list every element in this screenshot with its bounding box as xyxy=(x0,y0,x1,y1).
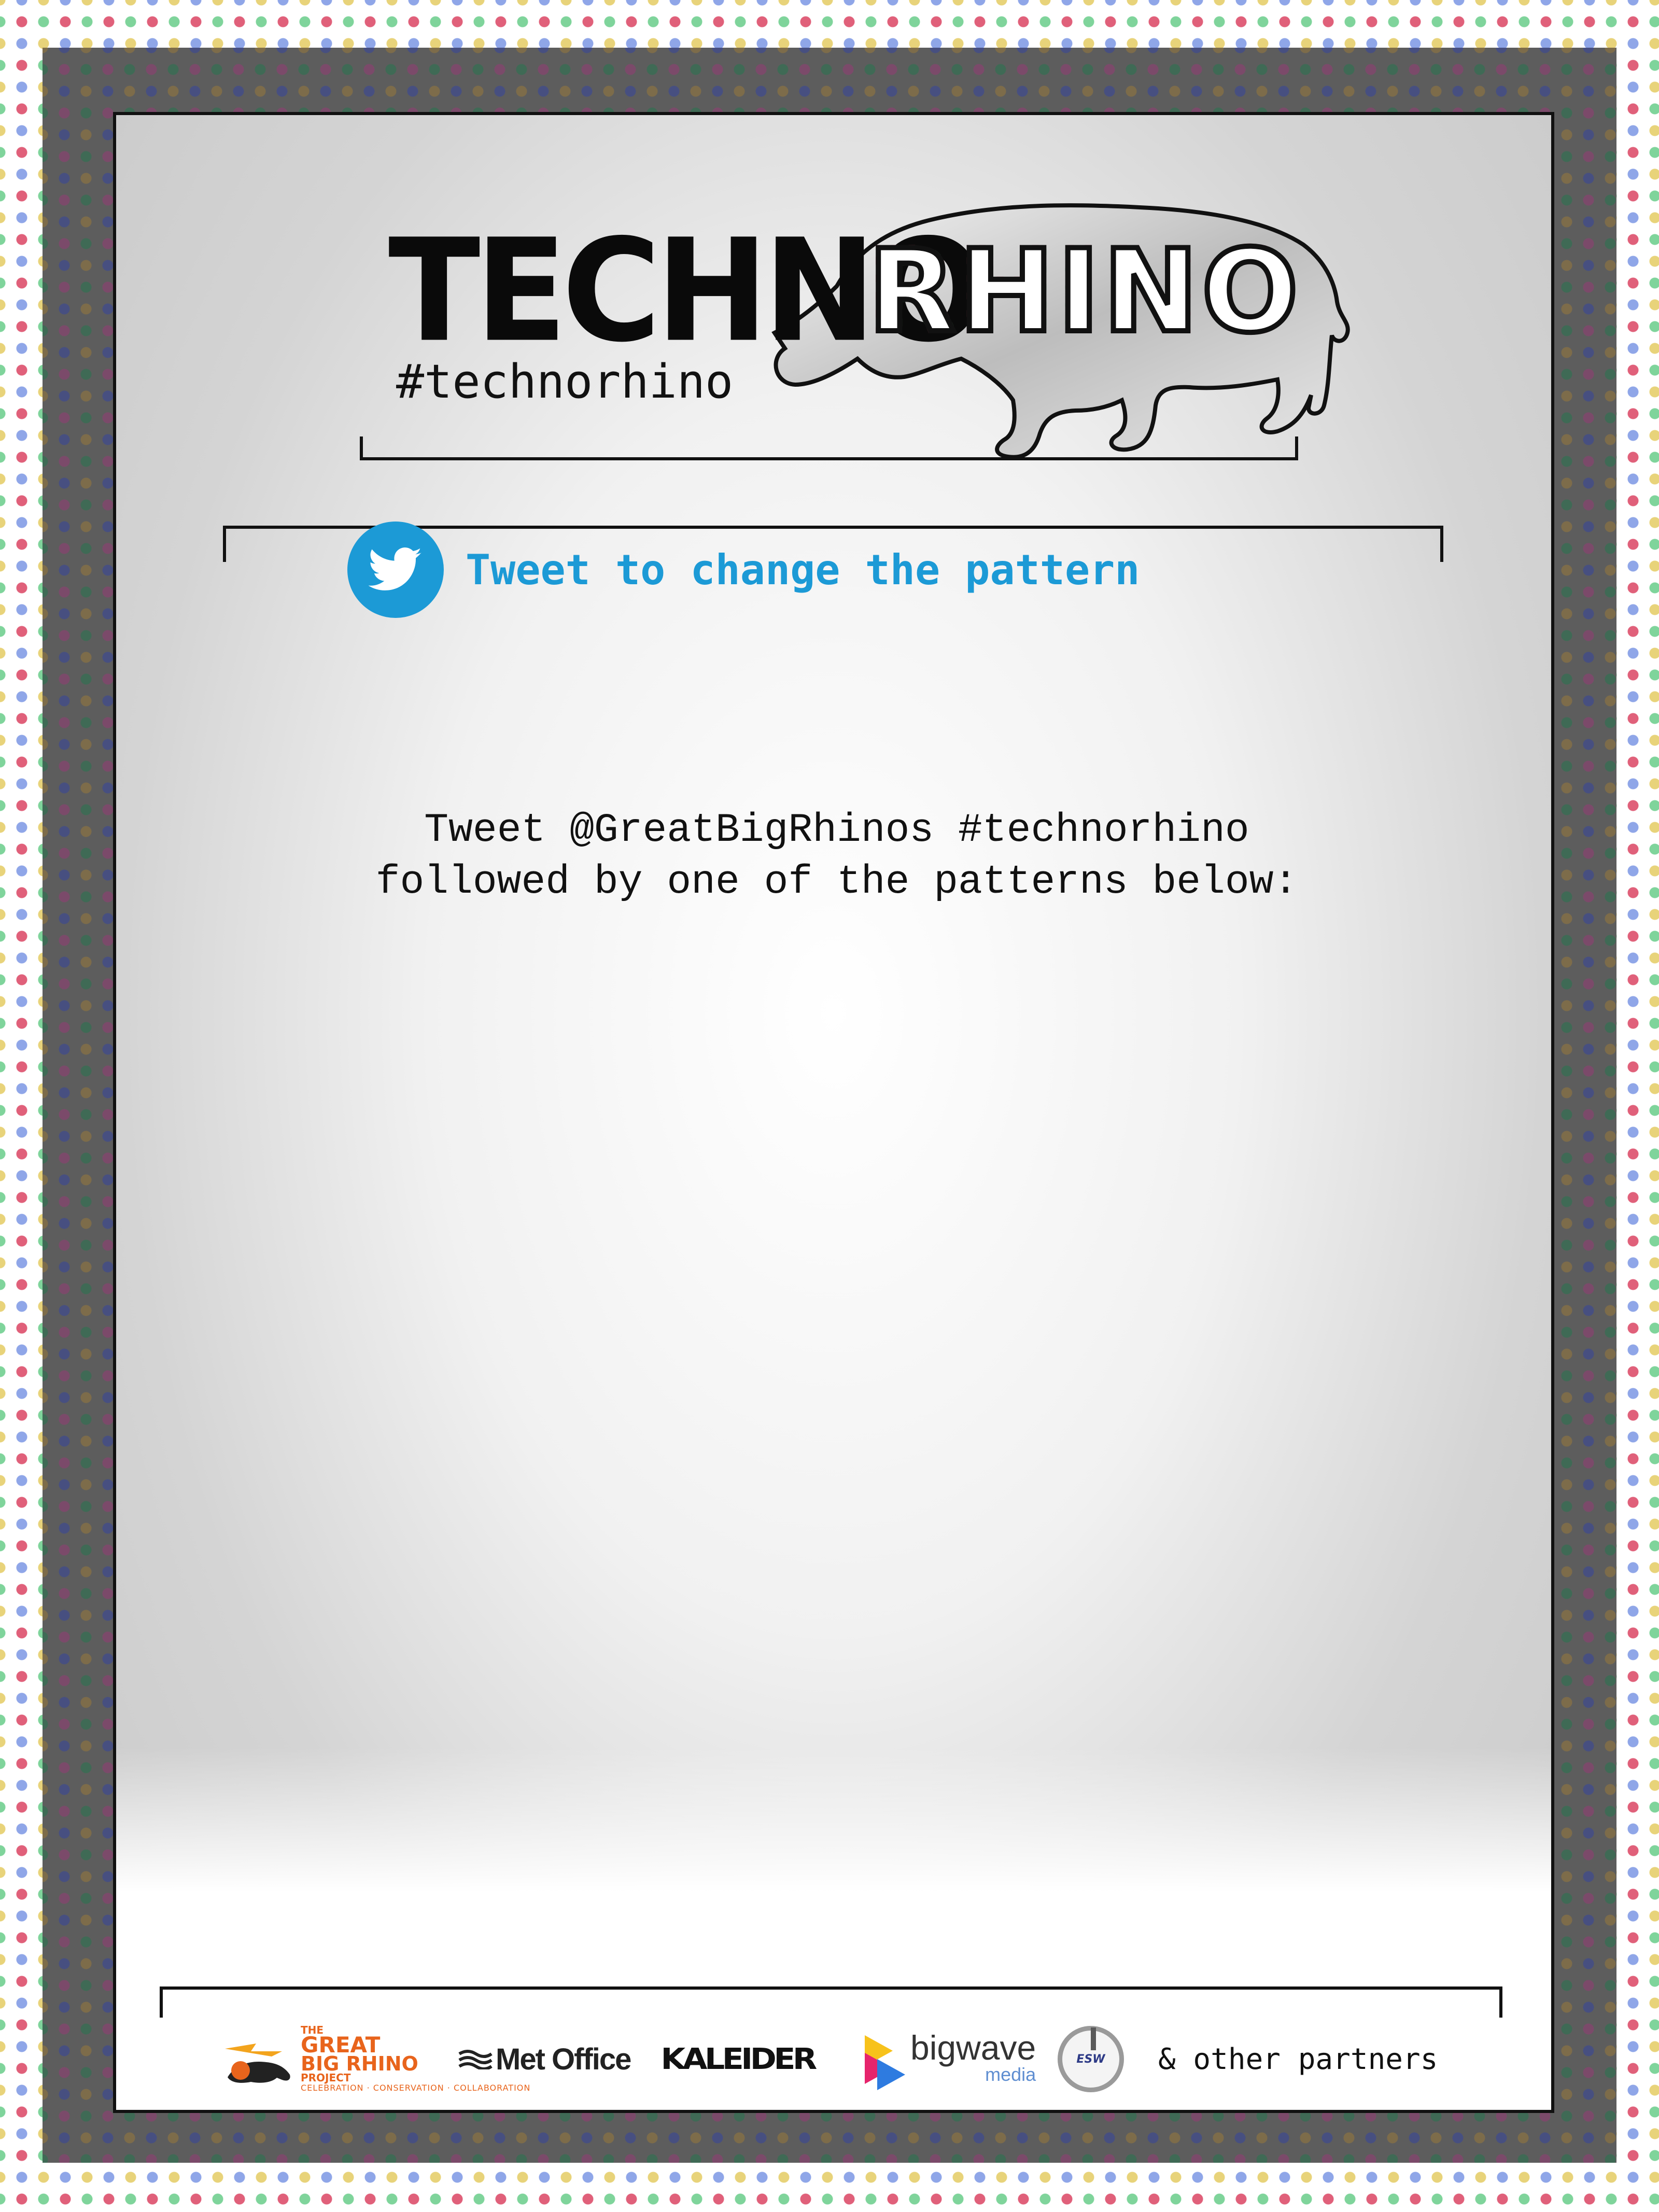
esw-power-icon: ESW xyxy=(1058,2026,1124,2092)
met-office-name: Met Office xyxy=(496,2042,631,2076)
tweet-cta-label: Tweet to change the pattern xyxy=(466,546,1140,594)
instructions-line-2: followed by one of the patterns below: xyxy=(375,860,1298,905)
logo-bracket-right xyxy=(1295,436,1298,460)
logo-bracket-line xyxy=(360,457,1298,460)
bigwave-name: bigwave xyxy=(910,2028,1036,2067)
tweet-bracket-right xyxy=(1440,526,1443,562)
logo-bracket-left xyxy=(360,436,363,460)
met-office-waves-icon xyxy=(458,2050,493,2069)
other-partners: & other partners xyxy=(1158,2012,1438,2106)
partners-row: THE GREAT BIG RHINO PROJECT CELEBRATION … xyxy=(116,2012,1551,2106)
twitter-bird-icon[interactable] xyxy=(347,522,444,618)
bigwave-sub: media xyxy=(985,2063,1036,2085)
rhino-wordmark: RHINO xyxy=(865,225,1302,358)
partners-bracket-line xyxy=(160,1986,1502,1990)
kaleider-logo: KALEIDER xyxy=(661,2012,818,2106)
esw-name: ESW xyxy=(1076,2052,1105,2066)
rhino-runner-icon xyxy=(225,2044,290,2083)
kaleider-name: KALEIDER xyxy=(660,2042,818,2076)
twitter-bird-glyph xyxy=(369,547,422,590)
technorhino-logo: TECHNO RHINO #technorhino xyxy=(116,115,1551,478)
other-partners-label: & other partners xyxy=(1158,2042,1438,2076)
tweet-bracket-left xyxy=(223,526,226,562)
logo-hashtag: #technorhino xyxy=(396,355,734,409)
esw-logo: ESW xyxy=(1058,2012,1124,2106)
met-office-logo: Met Office xyxy=(458,2012,631,2106)
bigwave-arrow-icon xyxy=(865,2035,905,2090)
bigwave-media-logo: bigwave media xyxy=(862,2012,1036,2106)
tweet-instructions: Tweet @GreatBigRhinos #technorhino follo… xyxy=(116,805,1551,908)
poster-panel: TECHNO RHINO #technorhino Tweet to chang… xyxy=(113,112,1554,2113)
instructions-line-1: Tweet @GreatBigRhinos #technorhino xyxy=(424,808,1249,853)
